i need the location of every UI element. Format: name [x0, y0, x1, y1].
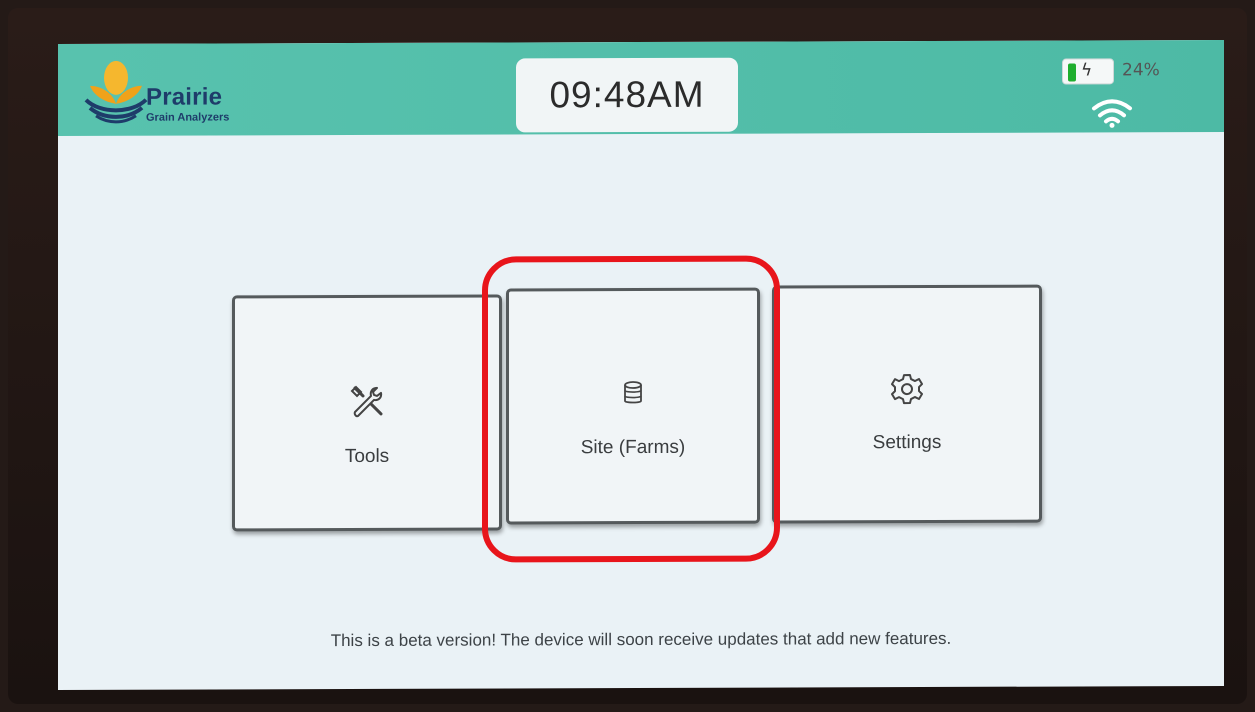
tools-icon: [350, 385, 383, 418]
site-farms-tile[interactable]: Site (Farms): [506, 287, 760, 525]
tile-label-settings: Settings: [872, 431, 942, 454]
battery-percent: 24%: [1122, 60, 1160, 81]
settings-tile[interactable]: Settings: [772, 284, 1042, 524]
clock-display: 09:48AM: [516, 57, 738, 133]
tile-label-tools: Tools: [344, 445, 390, 468]
charging-bolt-icon: ϟ: [1081, 60, 1093, 81]
tile-label-site-farms: Site (Farms): [580, 436, 686, 459]
brand-name: Prairie: [146, 83, 223, 111]
battery-level-fill: [1068, 63, 1076, 82]
header-bar: Prairie Grain Analyzers 09:48AM ϟ 24%: [58, 39, 1224, 137]
beta-notice: This is a beta version! The device will …: [330, 628, 952, 651]
prairie-logo-icon: [84, 60, 148, 124]
tools-tile[interactable]: Tools: [232, 294, 502, 532]
battery-indicator: ϟ: [1062, 58, 1114, 85]
database-icon: [624, 381, 642, 404]
gear-icon: [891, 374, 923, 405]
brand-tagline: Grain Analyzers: [146, 111, 230, 124]
device-screen: Prairie Grain Analyzers 09:48AM ϟ 24% To…: [58, 39, 1224, 691]
wifi-icon: [1092, 99, 1132, 128]
